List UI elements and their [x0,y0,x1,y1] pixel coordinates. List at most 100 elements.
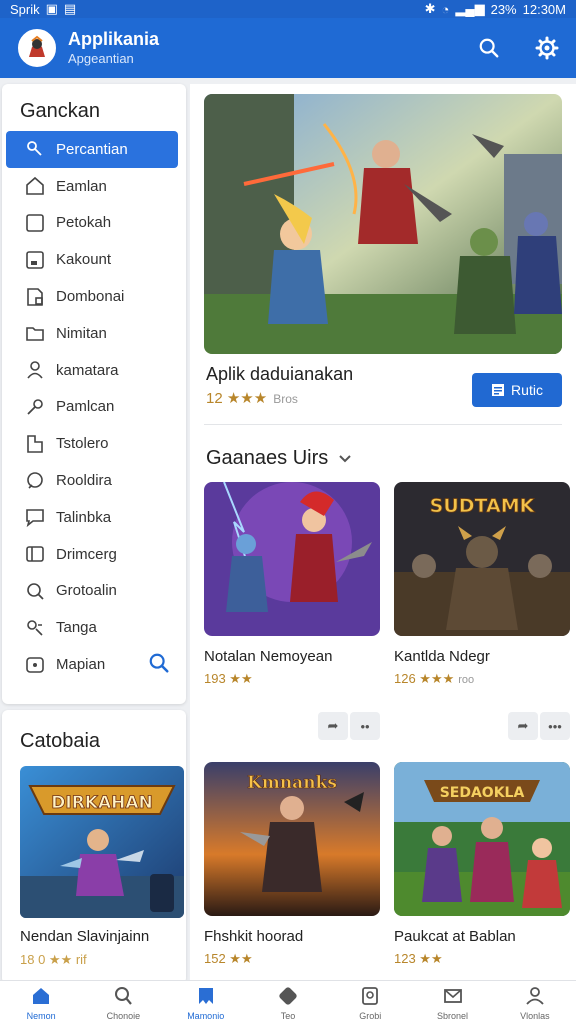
nav-item[interactable]: Vlonlas [494,981,576,1024]
notification-icon-2: ▤ [63,1,77,16]
sidebar-item-label: Pamlcan [56,398,115,416]
sidebar-item[interactable]: Tanga [2,609,186,646]
nav-item-label: Sbronel [437,1010,469,1021]
game-name: Notalan Nemoyean [204,648,333,665]
sidebar-item[interactable]: Grotoalin [2,573,186,610]
sidebar-item[interactable]: Nimitan [2,315,186,352]
sidebar-item-label: Tanga [56,619,97,637]
main-content: Aplik daduianakan 12 ★★★ Bros Rutic Gaana… [190,84,576,980]
search-icon [149,653,169,673]
nav-item[interactable]: Nemon [0,981,82,1024]
settings-button[interactable] [532,33,562,63]
gear-icon [535,36,559,60]
nav-item[interactable]: Chonoie [82,981,164,1024]
nav-item[interactable]: Sbronel [411,981,493,1024]
sidebar-title: Ganckan [20,100,101,122]
sidebar-item-label: kamatara [56,361,119,379]
signal-icon: ▂▄▆ [455,1,485,16]
account-icon [24,249,46,271]
sidebar-item[interactable]: Drimcerg [2,536,186,573]
group-icon [24,617,46,639]
game-card[interactable]: Kmnanks Fhshkit hoorad 152 ★★ [204,762,380,967]
sidebar-item[interactable]: Dombonai [2,278,186,315]
search-button[interactable] [474,33,504,63]
sidebar-item[interactable]: Petokah [2,205,186,242]
category-thumbnail[interactable]: DIRKAHAN [20,766,184,918]
sidebar-item[interactable]: Eamlan [2,168,186,205]
map-icon [24,654,46,676]
share-button[interactable]: ➦ [318,712,348,740]
game-rating-value: 152 ★★ [204,951,253,966]
magnifier-icon [24,580,46,602]
tag-icon [24,433,46,455]
search-person-icon [24,138,46,160]
game-thumbnail[interactable]: SUDTAMK [394,482,570,636]
key-icon [24,396,46,418]
featured-banner[interactable] [204,94,562,354]
person-icon [24,359,46,381]
game-card[interactable]: SUDTAMK Kantlda Ndegr 126 ★★★ roo ➦ ••• [394,482,570,740]
sidebar-item[interactable]: Kakount [2,241,186,278]
featured-action-button[interactable]: Rutic [472,373,562,407]
category-panel: Catobaia DIRKAHAN Nendan Slavinjainn 18 … [2,710,186,984]
badge-icon [359,985,381,1009]
game-rating: 193 ★★ [204,671,380,687]
chat-icon [24,470,46,492]
game-thumbnail[interactable] [204,482,380,636]
sidebar-item[interactable]: kamatara [2,352,186,389]
game-rating: 152 ★★ [204,951,380,967]
app-bar: Applikania Apgeantian [0,18,576,78]
category-item-name: Nendan Slavinjainn [20,928,150,945]
sidebar-item[interactable]: Pamlcan [2,389,186,426]
home-icon [24,175,46,197]
carrier-label: Sprik [10,1,40,17]
nav-item-label: Mamonio [187,1010,225,1021]
game-card[interactable]: SEDAOKLA Paukcat at Bablan 123 ★★ [394,762,570,967]
nav-item[interactable]: Grobi [329,981,411,1024]
section-header[interactable]: Gaanaes Uirs [206,447,352,470]
more-button[interactable]: •• [350,712,380,740]
card-actions: ➦ ••• [508,712,570,740]
game-rating-value: 193 ★★ [204,671,253,686]
sidebar-item[interactable]: Mapian [2,646,186,683]
game-name: Fhshkit hoorad [204,928,304,945]
sidebar-item-label: Kakount [56,251,112,269]
sidebar-item[interactable]: Rooldira [2,462,186,499]
sidebar-item[interactable]: Tstolero [2,425,186,462]
featured-rating-meta: Bros [273,392,298,406]
nav-item[interactable]: Teo [247,981,329,1024]
bookmark-icon [195,985,217,1009]
sidebar-item[interactable]: Talinbka [2,499,186,536]
game-thumbnail[interactable]: Kmnanks [204,762,380,916]
document-icon [492,384,505,396]
sidebar-item-label: Tstolero [56,435,109,453]
sidebar-item-label: Grotoalin [56,582,117,600]
game-thumbnail[interactable]: SEDAOKLA [394,762,570,916]
square-icon [24,212,46,234]
game-card[interactable]: Notalan Nemoyean 193 ★★ ➦ •• [204,482,380,740]
sidebar-item-label: Dombonai [56,288,125,306]
battery-label: 23% [490,1,517,17]
game-rating-meta: roo [458,674,475,686]
game-rating-value: 123 ★★ [394,951,443,966]
mail-icon [442,985,464,1009]
dice-icon [277,985,299,1009]
app-title: Applikania [68,29,160,50]
sidebar-item-label: Drimcerg [56,545,117,563]
section-title: Gaanaes Uirs [206,447,329,469]
featured-rating: 12 ★★★ Bros [206,389,298,407]
nav-item-label: Teo [280,1010,296,1021]
bluetooth-icon: ✱ [424,1,436,16]
share-button[interactable]: ➦ [508,712,538,740]
status-bar: Sprik ▣ ▤ ✱ ◔ ▂▄▆ 23% 12:30M [0,0,576,18]
bottom-navigation: Nemon Chonoie Mamonio Teo Grobi Sbronel Vlonla… [0,980,576,1024]
sidebar-item[interactable]: Percantian [6,131,178,168]
nav-item-label: Chonoie [106,1010,141,1021]
sidebar-search-button[interactable] [148,652,170,678]
more-button[interactable]: ••• [540,712,570,740]
wifi-icon: ◔ [441,1,450,17]
app-logo [18,29,56,67]
search-icon [112,985,134,1009]
nav-item[interactable]: Mamonio [165,981,247,1024]
sidebar-item-label: Talinbka [56,508,112,526]
